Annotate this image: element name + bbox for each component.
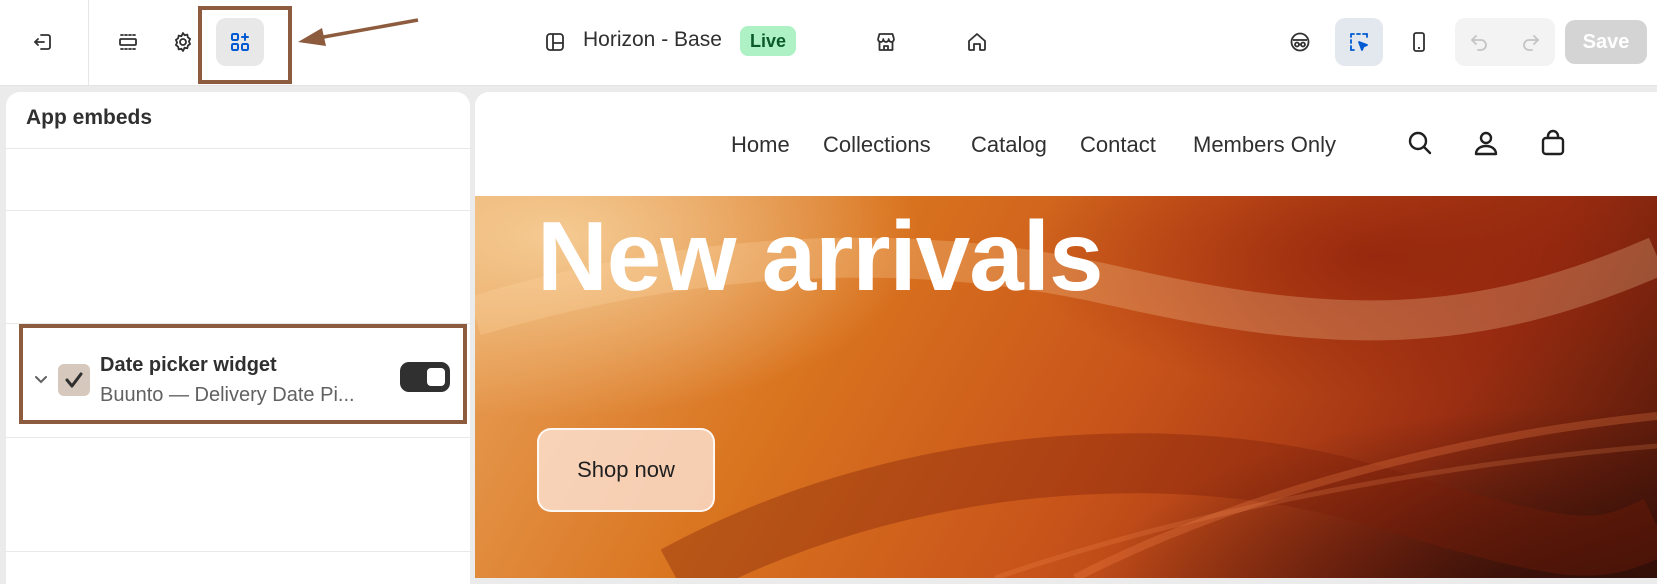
undo-redo-group — [1455, 18, 1555, 66]
panel-title: App embeds — [26, 106, 153, 129]
mobile-icon[interactable] — [1395, 18, 1443, 66]
editor-topbar: Horizon - Base Live Save — [0, 0, 1657, 86]
incognito-icon[interactable] — [1276, 18, 1324, 66]
divider — [6, 148, 470, 149]
exit-icon[interactable] — [19, 18, 67, 66]
search-icon[interactable] — [1405, 128, 1435, 158]
nav-link-home[interactable]: Home — [731, 132, 790, 158]
store-preview: Home Collections Catalog Contact Members… — [475, 92, 1657, 578]
divider — [6, 551, 470, 552]
highlight-box-embed — [19, 324, 467, 424]
nav-link-collections[interactable]: Collections — [823, 132, 931, 158]
nav-link-contact[interactable]: Contact — [1080, 132, 1156, 158]
save-button[interactable]: Save — [1565, 20, 1647, 64]
home-icon[interactable] — [953, 18, 1001, 66]
hero-title: New arrivals — [537, 201, 1103, 311]
store-header: Home Collections Catalog Contact Members… — [475, 92, 1657, 196]
redo-icon[interactable] — [1507, 18, 1555, 66]
undo-icon[interactable] — [1455, 18, 1503, 66]
app-embeds-panel: App embeds Date picker widget Buunto — D… — [6, 92, 470, 584]
cart-icon[interactable] — [1538, 128, 1568, 158]
divider — [6, 437, 470, 438]
nav-link-catalog[interactable]: Catalog — [971, 132, 1047, 158]
layout-icon[interactable] — [531, 18, 579, 66]
sections-icon[interactable] — [104, 18, 152, 66]
nav-link-members[interactable]: Members Only — [1193, 132, 1336, 158]
status-badge: Live — [740, 26, 797, 56]
topbar-divider — [88, 0, 89, 86]
account-icon[interactable] — [1471, 128, 1501, 158]
divider — [6, 210, 470, 211]
shop-now-button[interactable]: Shop now — [537, 428, 715, 512]
inspector-icon[interactable] — [1335, 18, 1383, 66]
theme-name[interactable]: Horizon - Base — [583, 28, 722, 52]
highlight-box-app-embeds — [198, 6, 292, 84]
store-icon[interactable] — [862, 18, 910, 66]
annotation-arrow-icon — [298, 18, 419, 46]
